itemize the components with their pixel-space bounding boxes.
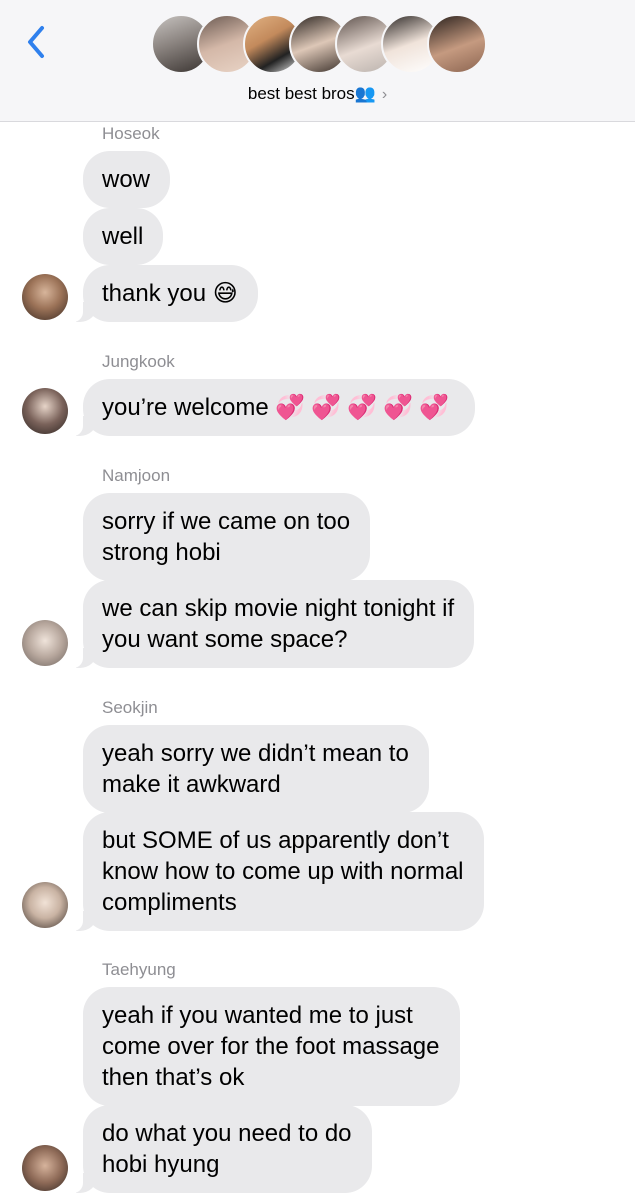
message-line: but SOME of us apparently don’t	[102, 827, 449, 854]
message-bubble[interactable]: but SOME of us apparently don’t know how…	[73, 812, 484, 931]
group-avatars[interactable]	[151, 14, 491, 78]
message-bubble[interactable]: yeah if you wanted me to just come over …	[83, 987, 460, 1106]
message-line: yeah if you wanted me to just	[102, 1002, 413, 1029]
group-emoji-icon: 👥	[354, 84, 376, 104]
message-line: do what you need to do	[102, 1120, 352, 1147]
message-line: you want some space?	[102, 626, 348, 653]
message-bubble[interactable]: yeah sorry we didn’t mean to make it awk…	[83, 725, 429, 813]
revolving-hearts-emoji: 💞💞💞💞💞	[275, 393, 455, 421]
message-bubble[interactable]: do what you need to do hobi hyung	[73, 1105, 372, 1193]
message-line: strong hobi	[102, 539, 221, 566]
sender-name-taehyung: Taehyung	[102, 960, 176, 979]
sweat-smile-emoji: 😅	[212, 279, 238, 307]
message-line: make it awkward	[102, 771, 281, 798]
message-bubble[interactable]: sorry if we came on too strong hobi	[83, 493, 371, 581]
group-title[interactable]: best best bros👥 ›	[0, 84, 635, 104]
sender-name-seokjin: Seokjin	[102, 698, 158, 717]
avatar-namjoon[interactable]	[22, 620, 68, 666]
message-text: thank you	[102, 280, 207, 307]
message-bubble[interactable]: thank you 😅	[73, 265, 258, 322]
message-bubble[interactable]: you’re welcome 💞💞💞💞💞	[73, 379, 475, 436]
message-bubble[interactable]: we can skip movie night tonight if you w…	[72, 580, 475, 668]
sender-name-namjoon: Namjoon	[102, 466, 171, 485]
message-bubble[interactable]: well	[83, 208, 164, 265]
message-line: sorry if we came on too	[102, 508, 351, 535]
message-text: wow	[102, 166, 151, 193]
message-line: compliments	[102, 889, 237, 916]
message-line: yeah sorry we didn’t mean to	[102, 740, 409, 767]
avatar-jungkook[interactable]	[22, 388, 68, 434]
group-name: best best bros	[247, 84, 355, 103]
message-text: you’re welcome	[102, 394, 269, 421]
message-line: hobi hyung	[102, 1151, 220, 1178]
message-line: know how to come up with normal	[102, 858, 464, 885]
message-line: come over for the foot massage	[102, 1033, 440, 1060]
chevron-right-icon: ›	[381, 86, 388, 103]
message-line: we can skip movie night tonight if	[102, 595, 455, 622]
message-list[interactable]: Hoseok wow well thank you 😅 Jungkook you…	[0, 121, 635, 1200]
sender-name-hoseok: Hoseok	[102, 124, 160, 143]
message-line: then that’s ok	[102, 1064, 245, 1091]
avatar-taehyung[interactable]	[22, 1145, 68, 1191]
avatar-hoseok[interactable]	[22, 274, 68, 320]
chevron-left-icon[interactable]	[22, 22, 50, 62]
message-bubble[interactable]: wow	[83, 151, 171, 208]
chat-header: best best bros👥 ›	[0, 0, 635, 122]
message-text: well	[102, 223, 144, 250]
avatar-7	[427, 14, 487, 74]
avatar-seokjin[interactable]	[22, 882, 68, 928]
sender-name-jungkook: Jungkook	[102, 352, 175, 371]
